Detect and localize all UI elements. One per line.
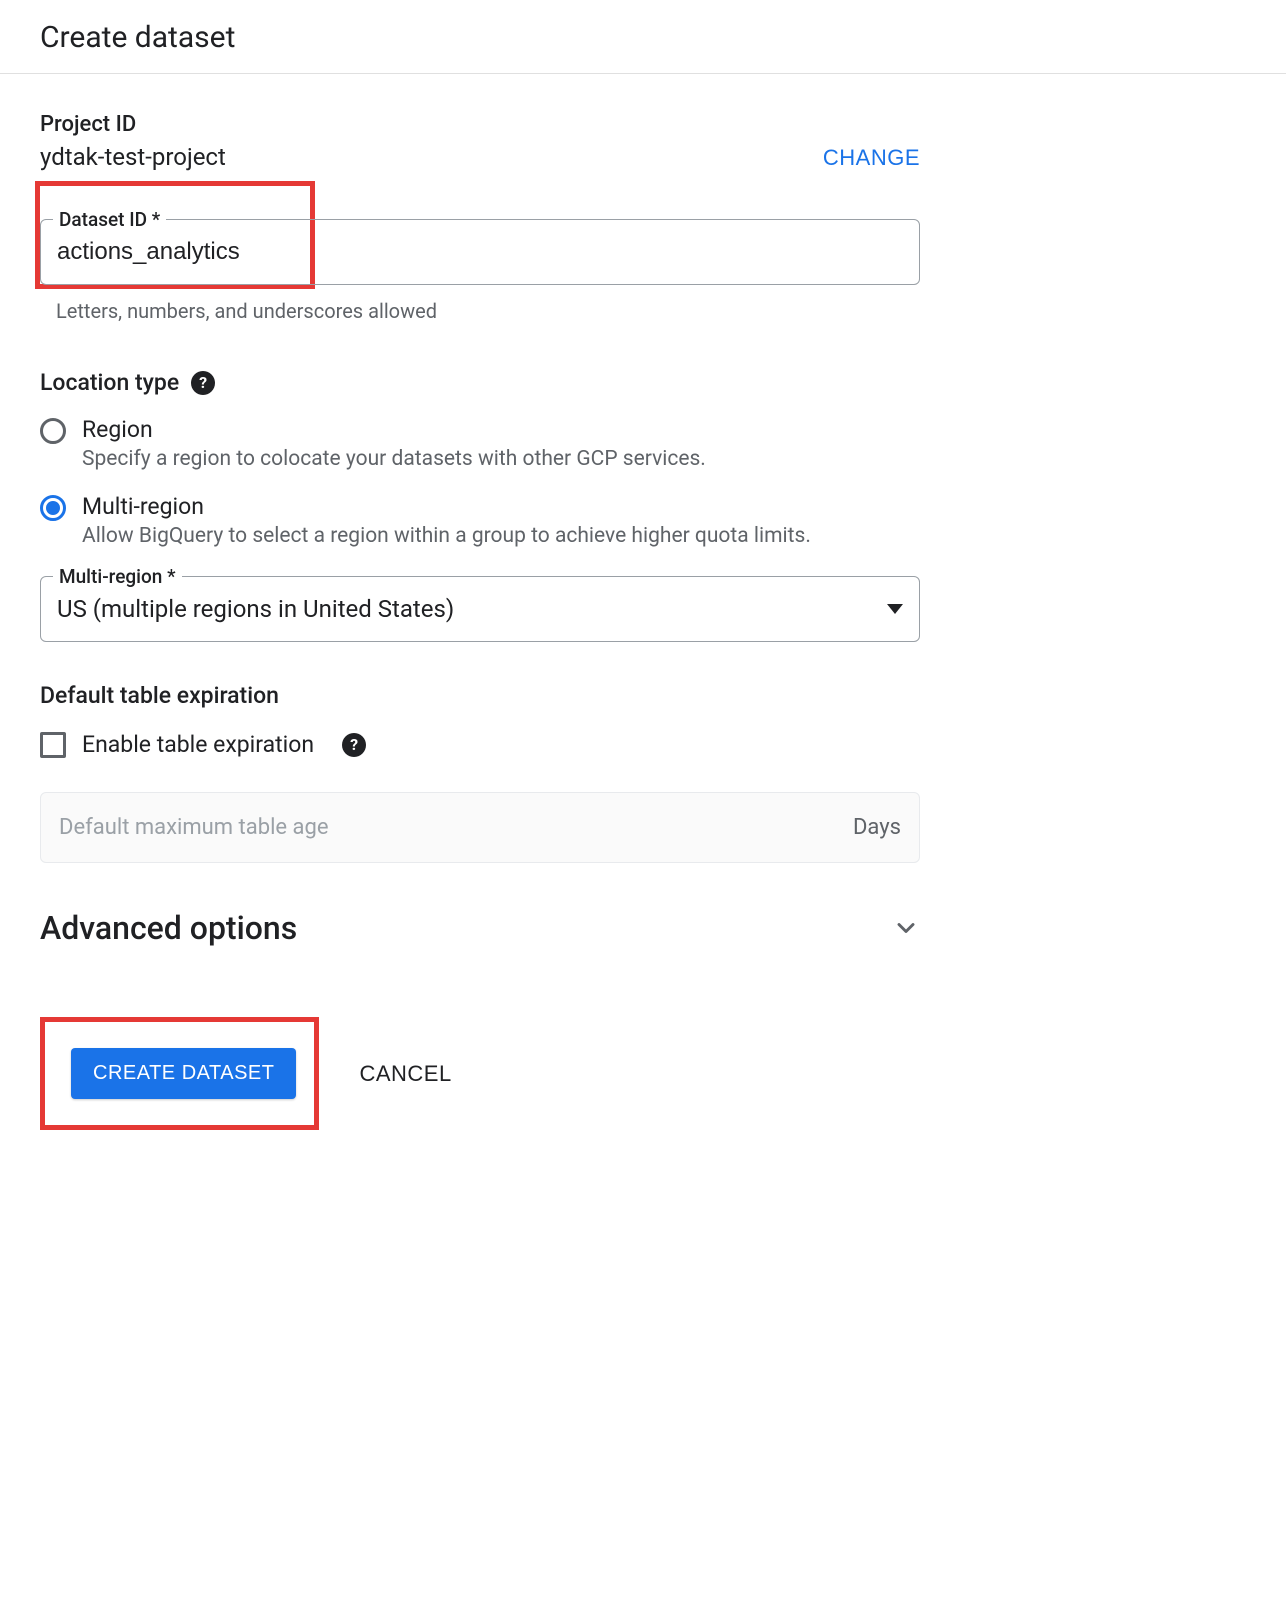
radio-multiregion-desc: Allow BigQuery to select a region within… (82, 524, 811, 548)
page-title: Create dataset (0, 0, 1286, 73)
multi-region-select-label: Multi-region * (53, 565, 182, 588)
project-id-value: ydtak-test-project (40, 143, 226, 171)
location-type-heading: Location type (40, 369, 179, 396)
create-dataset-button[interactable]: CREATE DATASET (71, 1048, 296, 1099)
enable-expiration-checkbox[interactable] (40, 732, 66, 758)
max-table-age-suffix: Days (853, 815, 901, 840)
dataset-id-field[interactable]: Dataset ID * (40, 219, 920, 285)
radio-region-desc: Specify a region to colocate your datase… (82, 447, 706, 471)
dataset-id-input[interactable] (57, 238, 903, 266)
advanced-options-toggle[interactable]: Advanced options (40, 909, 920, 947)
multi-region-select[interactable]: Multi-region * US (multiple regions in U… (40, 576, 920, 642)
radio-region[interactable]: Region Specify a region to colocate your… (40, 416, 920, 471)
highlight-box-create-button: CREATE DATASET (40, 1017, 319, 1130)
radio-region-label: Region (82, 416, 706, 443)
max-table-age-field: Default maximum table age Days (40, 792, 920, 863)
help-icon[interactable]: ? (342, 733, 366, 757)
advanced-options-heading: Advanced options (40, 909, 297, 947)
chevron-down-icon (892, 914, 920, 942)
dataset-id-label: Dataset ID * (53, 208, 166, 231)
help-icon[interactable]: ? (191, 371, 215, 395)
expiration-heading: Default table expiration (40, 682, 279, 709)
enable-expiration-label: Enable table expiration (82, 731, 314, 758)
project-id-label: Project ID (40, 112, 226, 137)
cancel-button[interactable]: CANCEL (359, 1061, 451, 1087)
multi-region-select-value: US (multiple regions in United States) (57, 595, 887, 623)
change-project-button[interactable]: CHANGE (823, 145, 920, 171)
dataset-id-helper: Letters, numbers, and underscores allowe… (56, 299, 920, 323)
radio-multi-region[interactable]: Multi-region Allow BigQuery to select a … (40, 493, 920, 548)
radio-multiregion-label: Multi-region (82, 493, 811, 520)
max-table-age-placeholder: Default maximum table age (59, 815, 853, 840)
radio-icon (40, 418, 66, 444)
radio-icon-selected (40, 495, 66, 521)
dropdown-caret-icon (887, 604, 903, 614)
